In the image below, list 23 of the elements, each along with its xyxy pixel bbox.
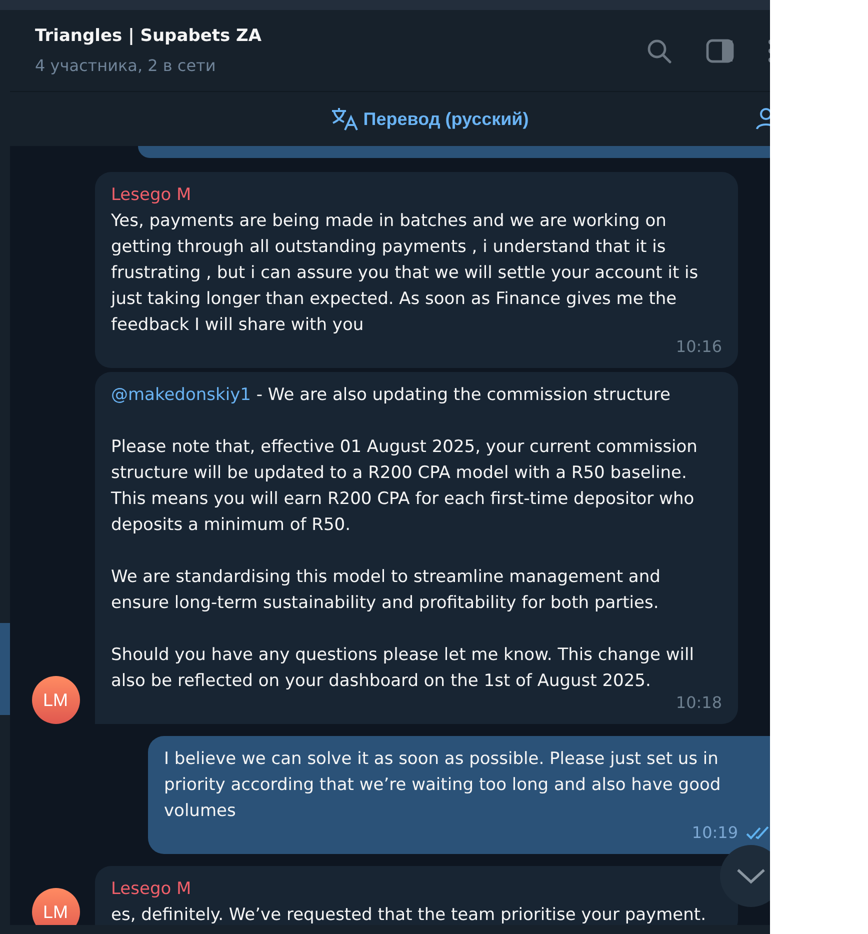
mention-link[interactable]: @makedonskiy1	[111, 385, 251, 405]
translate-button[interactable]: Перевод (русский)	[331, 107, 529, 131]
message-time: 10:16	[676, 336, 722, 358]
sidebar-toggle-icon[interactable]	[706, 38, 734, 62]
sender-name[interactable]: Lesego M	[111, 876, 722, 902]
sender-name[interactable]: Lesego M	[111, 182, 722, 208]
message-text: We are standardising this model to streamline management and ensure long-term sustainability and profitability for both parties.	[111, 566, 662, 615]
person-icon[interactable]	[756, 107, 770, 131]
message-text: Should you have any questions please let me know. This change will also be reflected on your dashboard on the 1st of August 2025.	[111, 644, 695, 693]
avatar[interactable]: LM	[32, 888, 80, 925]
message-time: 10:19	[692, 822, 738, 844]
search-icon[interactable]	[646, 38, 672, 64]
translate-icon	[331, 107, 360, 131]
member-count: 4 участника, 2 в сети	[35, 56, 217, 75]
message-text: I believe we can solve it as soon as possible. Please just set us in priority according that we’re waiting too long and also have good volumes	[164, 748, 722, 823]
avatar[interactable]: LM	[32, 676, 80, 724]
chat-title[interactable]: Triangles | Supabets ZA	[35, 26, 612, 46]
message-time: 10:18	[676, 692, 722, 714]
chevron-down-icon	[736, 868, 766, 884]
message-text: Yes, payments are being made in batches and we are working on getting through all outstanding payments , i understand that it is frustrating , but i can assure you that we will settle your account it is just taking longer than expected. As soon as Finance gives me the feedback I will share with you	[111, 210, 700, 337]
message-text: @makedonskiy1 - We are also updating the commission structure	[111, 384, 672, 407]
message-text: Please note that, effective 01 August 2025, your current commission structure will be updated to a R200 CPA model with a R50 baseline. This means you will earn R200 CPA for each first-time depositor who deposits a minimum of R50.	[111, 436, 698, 537]
message-text: es, definitely. We’ve requested that the team prioritise your payment.	[111, 904, 707, 925]
